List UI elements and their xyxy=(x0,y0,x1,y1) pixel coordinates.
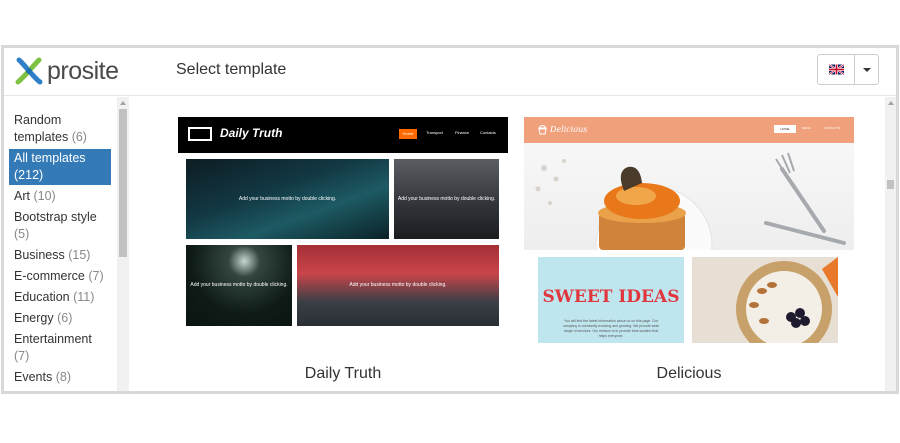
page-title: Select template xyxy=(176,61,287,78)
prosite-logo: prosite xyxy=(14,56,119,86)
cupcake-icon xyxy=(538,125,547,135)
preview-logo-text: Delicious xyxy=(550,125,588,134)
category-count: (6) xyxy=(57,311,73,325)
uk-flag-icon xyxy=(828,64,844,75)
preview-navbar: Daily Truth Home Transport Finance Conta… xyxy=(178,117,508,153)
template-card-delicious[interactable]: Delicious HOME MENU CONTACTS SWEET IDEAS… xyxy=(524,117,854,383)
category-count: (7) xyxy=(14,349,30,363)
preview-motto: Add your business motto by double clicki… xyxy=(190,282,288,288)
template-name[interactable]: Delicious xyxy=(524,365,854,383)
category-label: Business xyxy=(14,248,65,262)
prosite-logo-icon xyxy=(15,57,43,85)
preview-sweet-ideas-banner: SWEET IDEAS You will find the latest inf… xyxy=(538,257,684,343)
category-item[interactable]: Random templates (6) xyxy=(9,111,111,147)
language-flag-button[interactable] xyxy=(818,55,855,84)
category-count: (11) xyxy=(73,290,95,304)
scroll-up-arrow-icon[interactable] xyxy=(888,101,894,105)
preview-motto: Add your business motto by double clicki… xyxy=(238,195,337,202)
category-label: Events xyxy=(14,370,53,384)
category-item[interactable]: E-commerce (7) xyxy=(9,267,111,286)
category-count: (10) xyxy=(33,189,56,203)
brand-name: prosite xyxy=(47,56,119,85)
category-item[interactable]: Food (10) xyxy=(9,389,111,391)
category-count: (212) xyxy=(14,168,44,182)
sidebar-scrollbar[interactable] xyxy=(117,97,129,391)
template-name[interactable]: Daily Truth xyxy=(178,365,508,383)
category-item[interactable]: Energy (6) xyxy=(9,309,111,328)
preview-tile-landscape: Add your business motto by double clicki… xyxy=(186,159,389,239)
preview-nav-link: MENU xyxy=(802,126,811,130)
template-grid: Daily Truth Home Transport Finance Conta… xyxy=(130,97,885,391)
preview-nav-link: Transport xyxy=(426,130,443,135)
category-list: Random templates (6) All templates (212) A… xyxy=(9,111,111,391)
category-label: All templates xyxy=(14,151,86,165)
header: prosite Select template xyxy=(4,48,896,96)
preview-food-image xyxy=(692,257,838,343)
preview-logo-mark xyxy=(188,127,212,141)
category-label: Energy xyxy=(14,311,54,325)
category-item[interactable]: Business (15) xyxy=(9,246,111,265)
category-label: Art xyxy=(14,189,30,203)
category-sidebar: Random templates (6) All templates (212) A… xyxy=(4,97,130,391)
category-item[interactable]: Art (10) xyxy=(9,187,111,206)
food-bowl-illustration xyxy=(736,257,838,343)
preview-nav-link: Finance xyxy=(455,130,470,135)
category-item[interactable]: Education (11) xyxy=(9,288,111,307)
main-scrollbar[interactable] xyxy=(885,97,896,391)
language-dropdown-toggle[interactable] xyxy=(855,55,878,84)
preview-hero-image xyxy=(524,143,854,250)
preview-navbar: Delicious HOME MENU CONTACTS xyxy=(524,117,854,143)
template-card-daily-truth[interactable]: Daily Truth Home Transport Finance Conta… xyxy=(178,117,508,383)
category-label: E-commerce xyxy=(14,269,85,283)
scroll-up-arrow-icon[interactable] xyxy=(120,101,126,105)
preview-tile-stadium: Add your business motto by double clicki… xyxy=(186,245,292,326)
category-label: Bootstrap style xyxy=(14,210,97,224)
preview-nav-button: Home xyxy=(399,129,417,139)
sidebar-scroll-thumb[interactable] xyxy=(119,109,127,257)
category-label: Random templates xyxy=(14,113,69,144)
category-item[interactable]: Events (8) xyxy=(9,368,111,387)
preview-nav-link: CONTACTS xyxy=(824,126,841,130)
template-selector-window: prosite Select template Random templates… xyxy=(1,45,899,394)
caret-down-icon xyxy=(862,67,871,72)
preview-tile-crowd: Add your business motto by double clicki… xyxy=(394,159,499,239)
preview-tile-sports: Add your business motto by double clicki… xyxy=(297,245,499,326)
preview-banner-title: SWEET IDEAS xyxy=(542,287,680,307)
category-label: Education xyxy=(14,290,70,304)
preview-motto: Add your business motto by double clicki… xyxy=(397,195,496,202)
category-count: (5) xyxy=(14,227,30,241)
preview-banner-text: You will find the latest information abo… xyxy=(562,319,660,338)
preview-nav-link: Contacts xyxy=(480,130,496,135)
preview-logo-text: Daily Truth xyxy=(220,126,283,140)
category-count: (7) xyxy=(88,269,104,283)
category-count: (6) xyxy=(71,130,87,144)
category-item[interactable]: Entertainment (7) xyxy=(9,330,111,366)
cake-hero-illustration xyxy=(535,152,846,250)
category-label: Entertainment xyxy=(14,332,92,346)
main-scroll-thumb[interactable] xyxy=(887,180,894,189)
category-count: (8) xyxy=(55,370,71,384)
language-selector[interactable] xyxy=(817,54,879,85)
category-count: (15) xyxy=(68,248,91,262)
preview-motto: Add your business motto by double clicki… xyxy=(349,282,447,288)
preview-nav-button: HOME xyxy=(774,125,796,133)
template-preview-delicious[interactable]: Delicious HOME MENU CONTACTS SWEET IDEAS… xyxy=(524,117,854,343)
category-item[interactable]: All templates (212) xyxy=(9,149,111,185)
category-item[interactable]: Bootstrap style (5) xyxy=(9,208,111,244)
template-preview-daily-truth[interactable]: Daily Truth Home Transport Finance Conta… xyxy=(178,117,508,343)
